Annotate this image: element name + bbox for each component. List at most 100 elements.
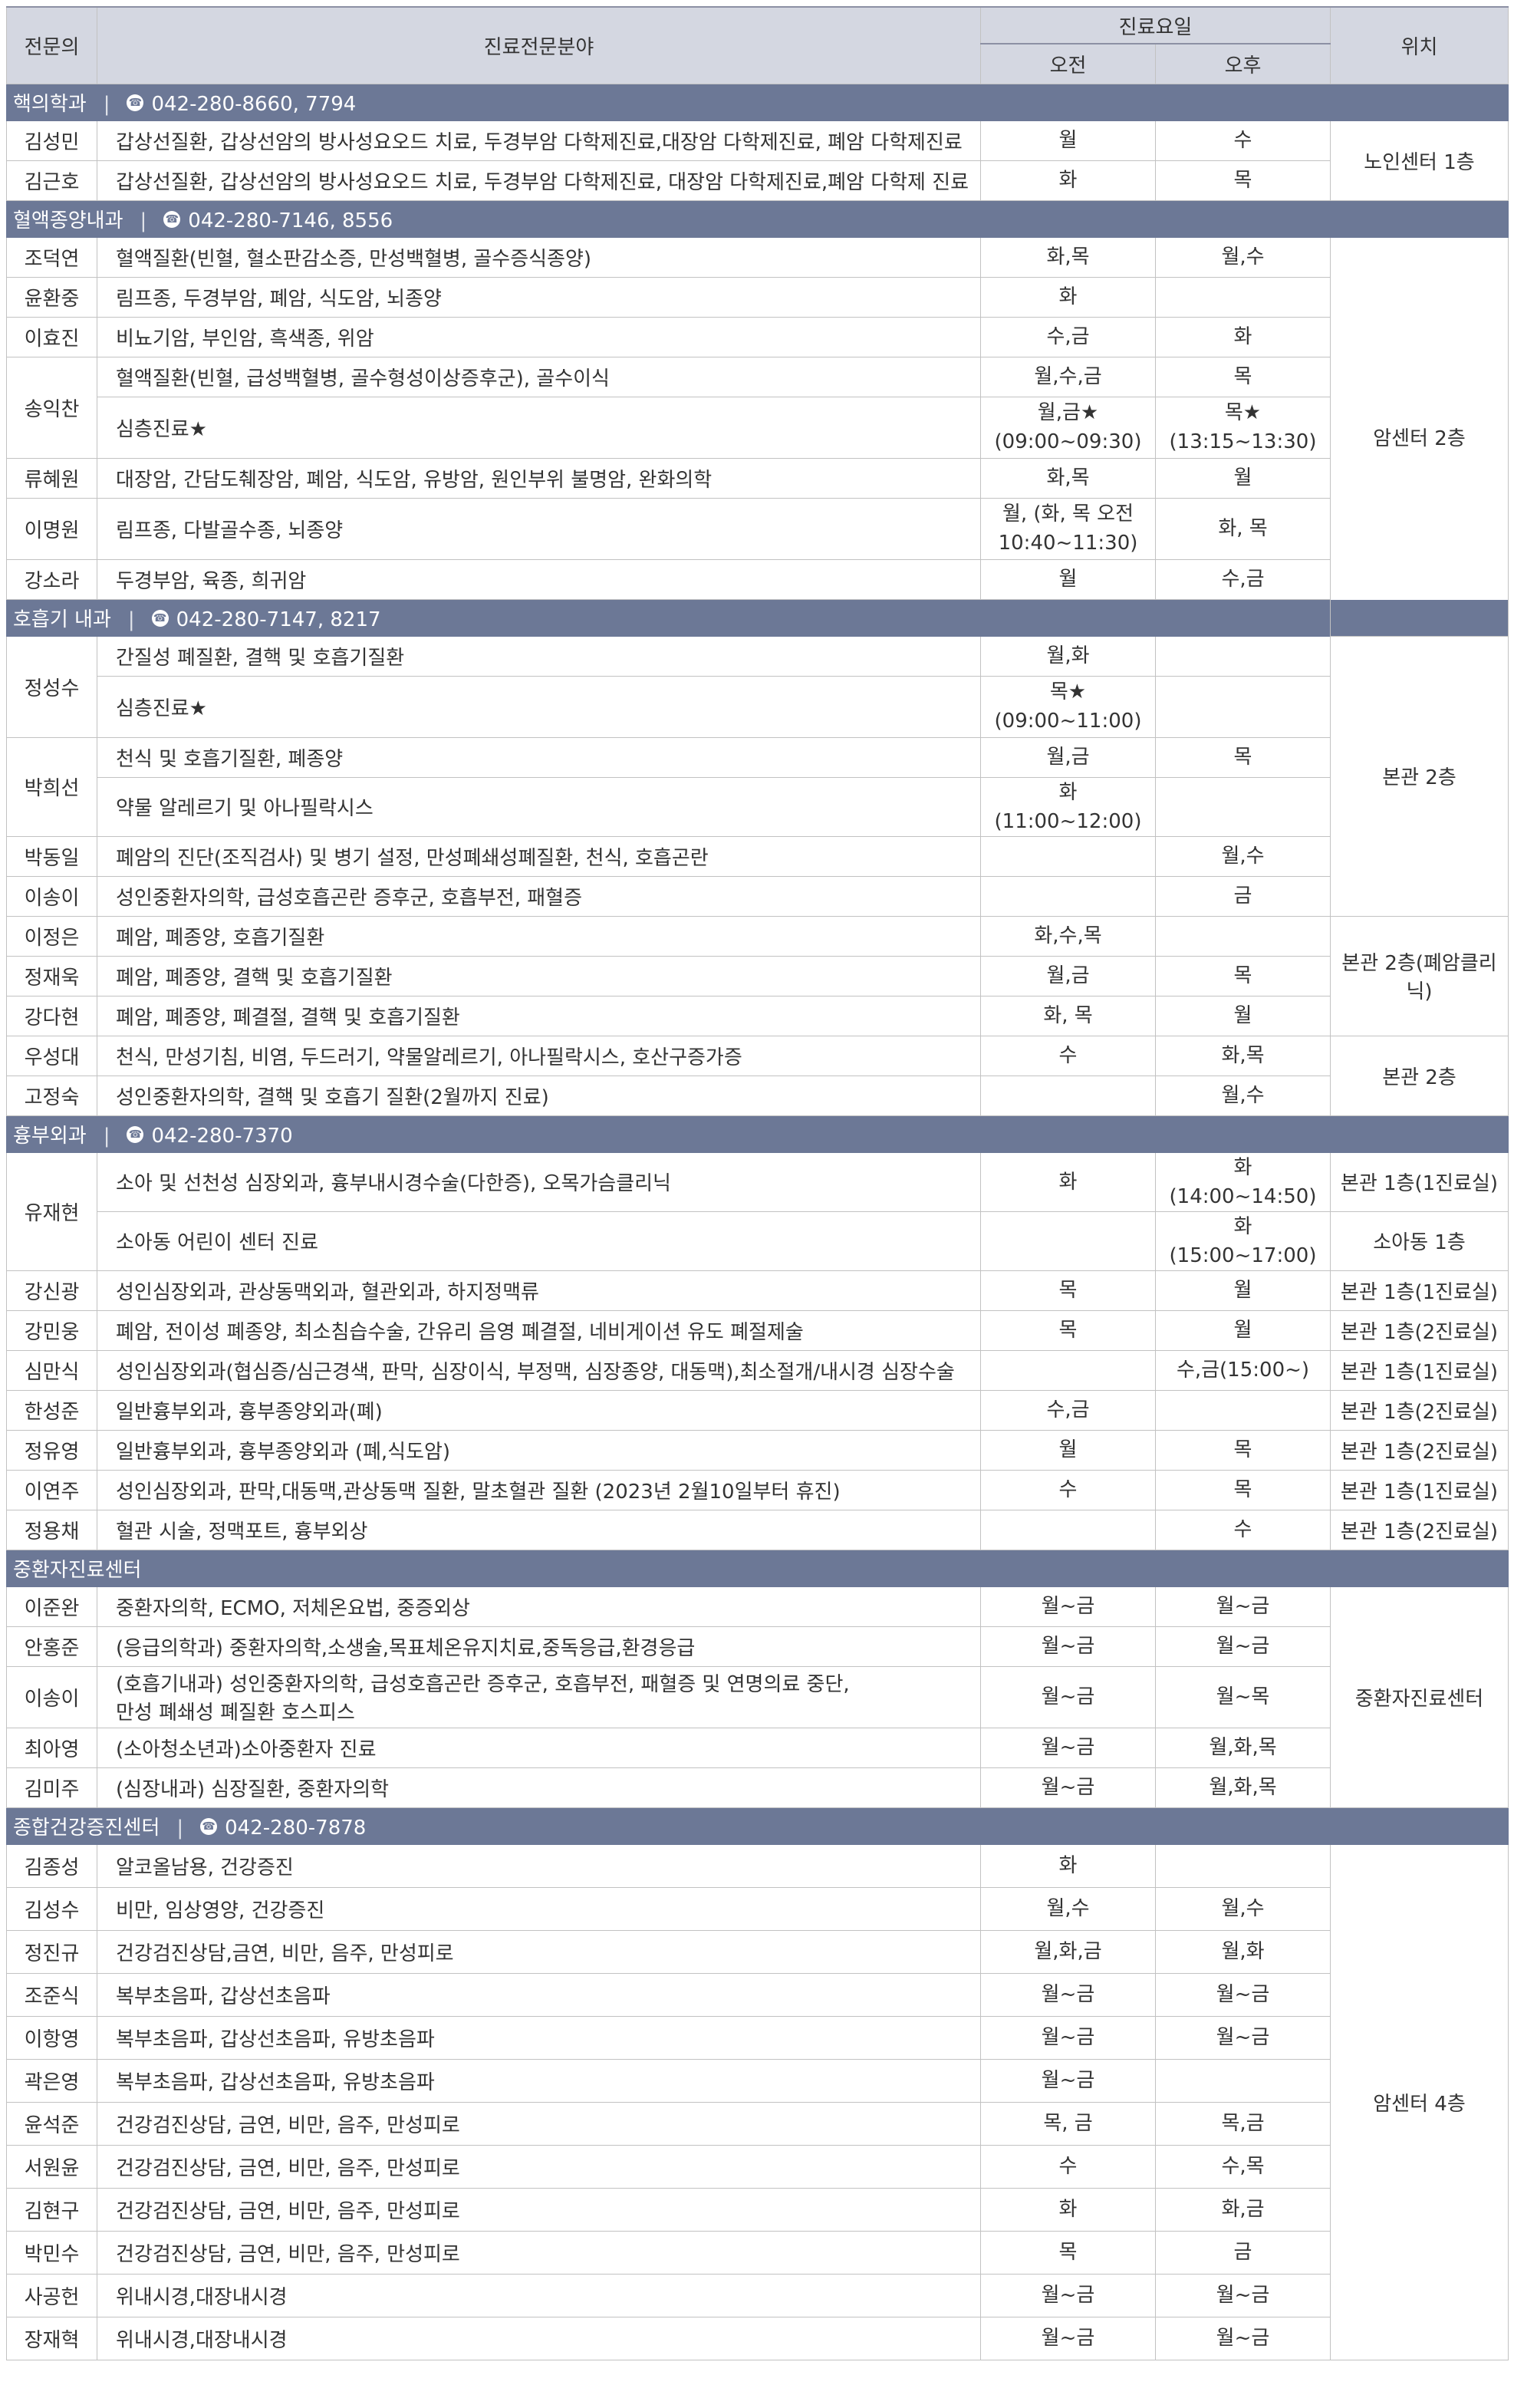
am-schedule: 월~금 — [980, 1767, 1156, 1808]
specialty-text: 폐암, 전이성 폐종양, 최소침습수술, 간유리 음영 폐결절, 네비게이션 유… — [116, 1320, 804, 1344]
specialty-text: (응급의학과) 중환자의학,소생술,목표체온유지치료,중독응급,환경응급 — [116, 1636, 696, 1660]
table-row: 김근호 갑상선질환, 갑상선암의 방사성요오드 치료, 두경부암 다학제진료, 대… — [6, 160, 1509, 201]
am-schedule: 화,수,목 — [980, 915, 1156, 957]
am-text: 화 — [1058, 1854, 1078, 1877]
specialty-text: 폐암, 폐종양, 결핵 및 호흡기질환 — [116, 966, 393, 990]
doctor-name: 김종성 — [6, 1843, 97, 1888]
specialty-text: 갑상선질환, 갑상선암의 방사성요오드 치료, 두경부암 다학제진료,대장암 다… — [116, 130, 963, 154]
section-header: 흉부외과 | ☎ 042-280-7370 — [6, 1115, 1509, 1153]
am-text: 수 — [1058, 1478, 1078, 1501]
specialty-text: 비뇨기암, 부인암, 흑색종, 위암 — [116, 327, 374, 351]
specialty-field: 일반흉부외과, 흉부종양외과 (폐,식도암) — [97, 1429, 981, 1471]
section-row: 흉부외과 | ☎ 042-280-7370 — [6, 1115, 1509, 1153]
am-schedule: 수 — [980, 2144, 1156, 2189]
phone-icon: ☎ — [163, 211, 181, 228]
am-text: 화 — [1058, 1170, 1078, 1194]
table-row: 조덕연 혈액질환(빈혈, 혈소판감소증, 만성백혈병, 골수증식종양) 화,목 월,수… — [6, 236, 1509, 637]
phone-icon: ☎ — [127, 94, 144, 111]
pm-text: 월 — [1233, 1279, 1252, 1302]
doctor-name: 유재현 — [6, 1151, 97, 1271]
doctor-name: 정재욱 — [6, 955, 97, 996]
table-row: 안홍준 (응급의학과) 중환자의학,소생술,목표체온유지치료,중독응급,환경응급 월… — [6, 1626, 1509, 1667]
am-text: 수,금 — [1046, 325, 1090, 348]
am-text: 월~금 — [1041, 2284, 1095, 2307]
location: 본관 1층(2진료실) — [1330, 1509, 1509, 1550]
specialty-field: 건강검진상담, 금연, 비만, 음주, 만성피로 — [97, 2144, 981, 2189]
specialty-text: 위내시경,대장내시경 — [116, 2328, 288, 2352]
doctor-name: 강다현 — [6, 995, 97, 1036]
specialty-field: 성인심장외과, 관상동맥외과, 혈관외과, 하지정맥류 — [97, 1270, 981, 1311]
pm-schedule: 월 — [1155, 995, 1331, 1036]
pm-text: 월~금 — [1216, 2327, 1270, 2350]
pm-schedule: 월,화 — [1155, 1929, 1331, 1974]
doctor-name: 이효진 — [6, 316, 97, 357]
specialty-text: 천식, 만성기침, 비염, 두드러기, 약물알레르기, 아나필락시스, 호산구증… — [116, 1046, 742, 1069]
specialty-field: 두경부암, 육종, 희귀암 — [97, 558, 981, 600]
pm-schedule: 목 — [1155, 356, 1331, 397]
table-row: 윤환중 림프종, 두경부암, 폐암, 식도암, 뇌종양 화 — [6, 276, 1509, 318]
specialty-text: 혈액질환(빈혈, 혈소판감소증, 만성백혈병, 골수증식종양) — [116, 247, 592, 271]
am-schedule: 화,목 — [980, 457, 1156, 499]
specialty-field: 약물 알레르기 및 아나필락시스 — [97, 776, 981, 837]
pm-schedule: 금 — [1155, 875, 1331, 917]
section-phone: 042-280-8660, 7794 — [151, 92, 357, 116]
table-row: 강민웅 폐암, 전이성 폐종양, 최소침습수술, 간유리 음영 폐결절, 네비게이… — [6, 1309, 1509, 1351]
am-text: 월~금 — [1041, 1736, 1095, 1759]
table-row: 김성수 비만, 임상영양, 건강증진 월,수 월,수 — [6, 1886, 1509, 1931]
section-header: 혈액종양내과 | ☎ 042-280-7146, 8556 — [6, 199, 1509, 238]
location: 중환자진료센터 — [1330, 1586, 1509, 1808]
am-text: 목, 금 — [1043, 2112, 1093, 2135]
am-text: 월~금 — [1041, 1595, 1095, 1618]
specialty-text: 대장암, 간담도췌장암, 폐암, 식도암, 유방암, 원인부위 불명암, 완화의… — [116, 468, 713, 492]
am-schedule: 목★ (09:00~11:00) — [980, 675, 1156, 738]
table-row: 소아동 어린이 센터 진료 화(15:00~17:00) 소아동 1층 — [7, 1211, 1509, 1271]
pm-schedule — [1155, 1389, 1331, 1431]
location: 암센터 2층 — [1330, 236, 1509, 637]
pm-schedule: 목 — [1155, 160, 1331, 201]
schedule-table-wrapper: 전문의 진료전문분야 진료요일 위치 오전 오후 핵의학과 | ☎ 042-280-8… — [6, 6, 1509, 2360]
specialty-text: 건강검진상담, 금연, 비만, 음주, 만성피로 — [116, 2242, 460, 2266]
doctor-name: 박민수 — [6, 2230, 97, 2275]
am-schedule — [980, 1211, 1156, 1271]
am-schedule: 월,금 — [980, 955, 1156, 996]
table-row: 김현구 건강검진상담, 금연, 비만, 음주, 만성피로 화 화,금 — [6, 2187, 1509, 2232]
specialty-text: 성인심장외과, 판막,대동맥,관상동맥 질환, 말초혈관 질환 (2023년 2… — [116, 1480, 841, 1504]
specialty-text: 혈관 시술, 정맥포트, 흉부외상 — [116, 1520, 368, 1543]
pm-text: 월~금 — [1216, 1635, 1270, 1658]
am-schedule: 월,화 — [980, 635, 1156, 677]
doctor-name: 사공헌 — [6, 2273, 97, 2317]
am-text: 목 — [1058, 2241, 1078, 2264]
specialty-field: (응급의학과) 중환자의학,소생술,목표체온유지치료,중독응급,환경응급 — [97, 1626, 981, 1667]
pm-text: 목 — [1233, 964, 1252, 987]
specialty-field: 폐암의 진단(조직검사) 및 병기 설정, 만성폐쇄성폐질환, 천식, 호흡곤란 — [97, 835, 981, 877]
doctor-name: 정용채 — [6, 1509, 97, 1550]
specialty-field: 천식, 만성기침, 비염, 두드러기, 약물알레르기, 아나필락시스, 호산구증… — [97, 1035, 981, 1076]
specialty-text: 건강검진상담, 금연, 비만, 음주, 만성피로 — [116, 2113, 460, 2137]
specialty-field: 비만, 임상영양, 건강증진 — [97, 1886, 981, 1931]
table-row: 사공헌 위내시경,대장내시경 월~금 월~금 — [6, 2273, 1509, 2317]
specialty-text: 건강검진상담, 금연, 비만, 음주, 만성피로 — [116, 2199, 460, 2223]
specialty-text: 폐암, 폐종양, 호흡기질환 — [116, 926, 325, 950]
specialty-text: (심장내과) 심장질환, 중환자의학 — [116, 1777, 390, 1801]
pm-text: 수 — [1233, 129, 1252, 152]
doctor-name: 고정숙 — [6, 1075, 97, 1116]
table-row: 강소라 두경부암, 육종, 희귀암 월 수,금 — [6, 558, 1509, 600]
pm-text: 목 — [1233, 169, 1252, 192]
pm-schedule: 월~금 — [1155, 1626, 1331, 1667]
specialty-text: 성인중환자의학, 급성호흡곤란 증후군, 호흡부전, 패혈증 — [116, 886, 583, 910]
pm-text: 화 — [1233, 325, 1252, 348]
doctor-name: 안홍준 — [6, 1626, 97, 1667]
table-row: 이항영 복부초음파, 갑상선초음파, 유방초음파 월~금 월~금 — [6, 2015, 1509, 2060]
am-schedule: 월~금 — [980, 2058, 1156, 2103]
header-field: 진료전문분야 — [97, 6, 981, 84]
doctor-name: 우성대 — [6, 1035, 97, 1076]
pm-text: 금 — [1233, 884, 1252, 908]
table-row: 김미주 (심장내과) 심장질환, 중환자의학 월~금 월,화,목 — [6, 1767, 1509, 1808]
specialty-field: 갑상선질환, 갑상선암의 방사성요오드 치료, 두경부암 다학제진료,대장암 다… — [97, 120, 981, 161]
section-title: 흉부외과 — [13, 1124, 87, 1148]
table-row: 이송이 성인중환자의학, 급성호흡곤란 증후군, 호흡부전, 패혈증 금 — [6, 875, 1509, 917]
doctor-name: 조덕연 — [6, 236, 97, 278]
doctor-name: 강신광 — [6, 1270, 97, 1311]
doctor-name: 한성준 — [6, 1389, 97, 1431]
pm-schedule: 목 — [1155, 1429, 1331, 1471]
